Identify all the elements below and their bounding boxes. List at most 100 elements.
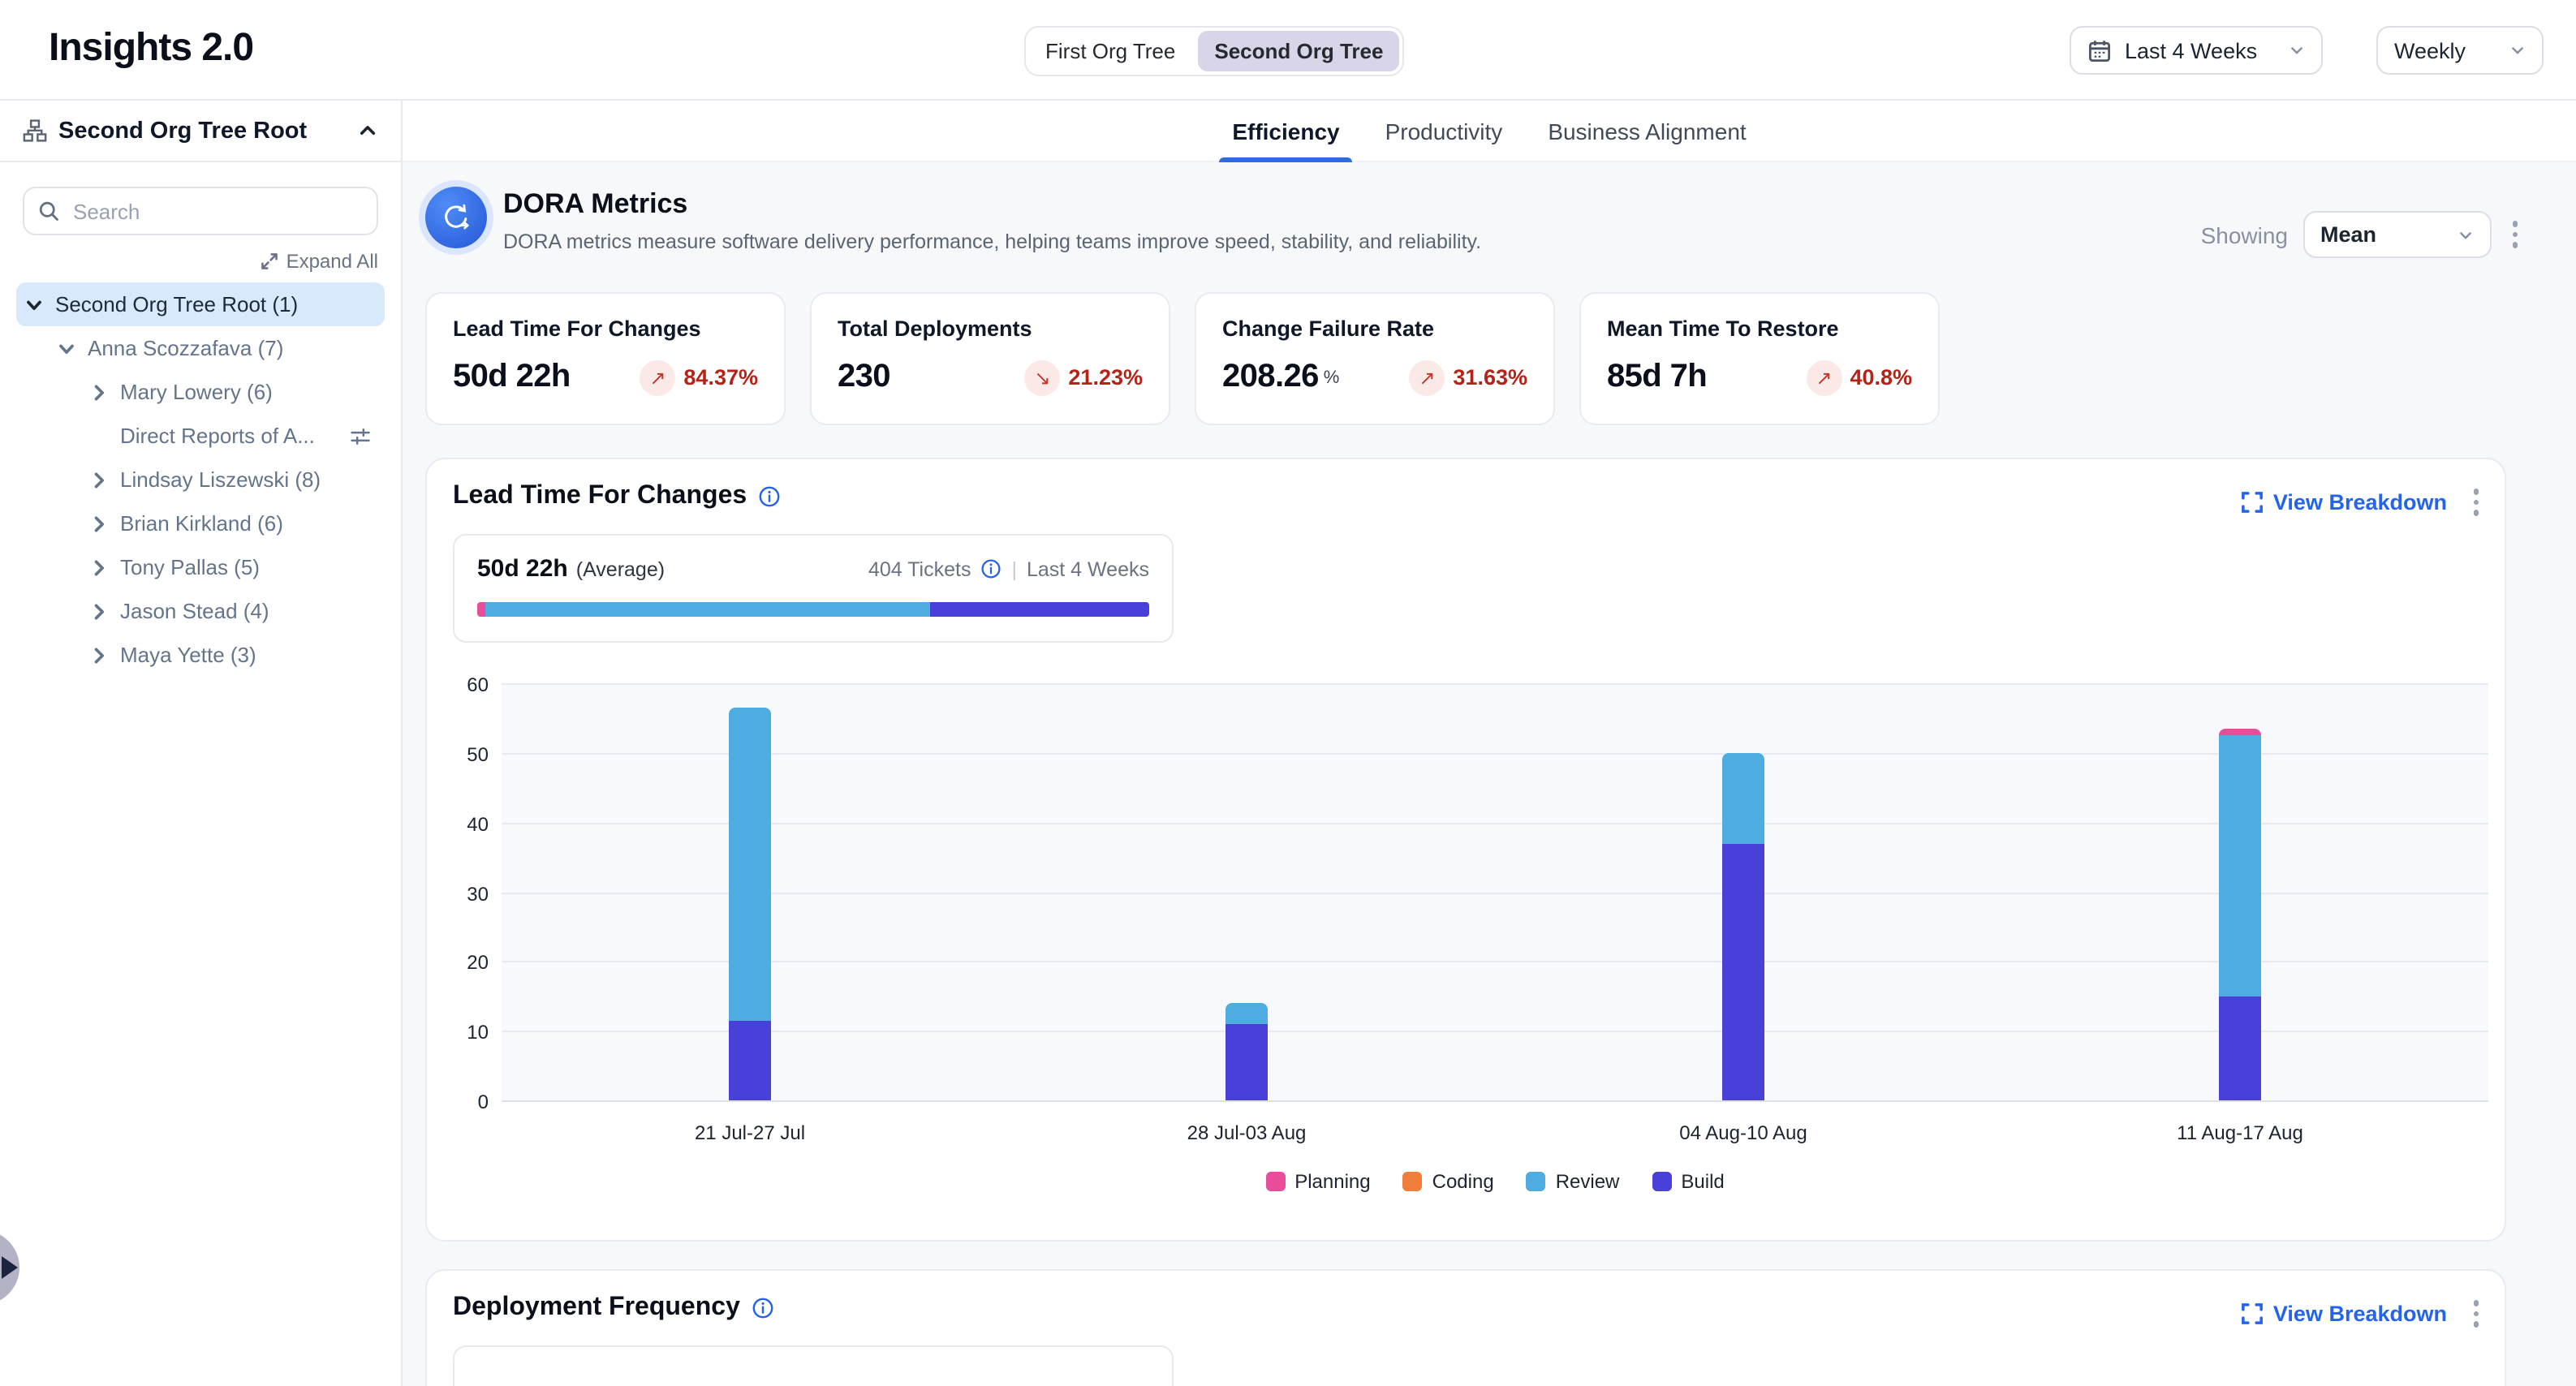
topbar-controls: Last 4 Weeks Weekly xyxy=(2070,26,2544,75)
tree-item-tony-pallas-5[interactable]: Tony Pallas (5) xyxy=(16,545,385,589)
info-icon[interactable] xyxy=(752,1297,774,1319)
x-tick-label: 28 Jul-03 Aug xyxy=(1187,1121,1307,1144)
metric-card-change-failure-rate: Change Failure Rate208.26%↗31.63% xyxy=(1195,292,1555,425)
tree-item-brian-kirkland-6[interactable]: Brian Kirkland (6) xyxy=(16,501,385,545)
dora-title: DORA Metrics xyxy=(503,188,1481,221)
chevron-right-icon[interactable] xyxy=(88,512,110,535)
tree-item-maya-yette-3[interactable]: Maya Yette (3) xyxy=(16,633,385,677)
lead-time-chart xyxy=(502,683,2488,1100)
calendar-icon xyxy=(2087,38,2112,62)
legend-item-build[interactable]: Build xyxy=(1652,1170,1724,1193)
showing-controls: Showing Mean xyxy=(2201,211,2524,258)
dora-metric-cards: Lead Time For Changes50d 22h↗84.37%Total… xyxy=(425,292,1940,425)
showing-label: Showing xyxy=(2201,222,2288,248)
chevron-down-icon xyxy=(2457,226,2473,243)
toggle-option-first-org-tree[interactable]: First Org Tree xyxy=(1029,31,1191,71)
chevron-down-icon[interactable] xyxy=(23,293,45,316)
tree-item-lindsay-liszewski-8[interactable]: Lindsay Liszewski (8) xyxy=(16,458,385,501)
lead-time-menu-kebab-icon[interactable] xyxy=(2466,482,2485,522)
tab-business-alignment[interactable]: Business Alignment xyxy=(1544,101,1749,162)
expand-all-button[interactable]: Expand All xyxy=(0,250,378,273)
legend-swatch xyxy=(1265,1172,1285,1191)
tab-productivity[interactable]: Productivity xyxy=(1382,101,1506,162)
legend-label: Build xyxy=(1681,1170,1724,1193)
deployment-frequency-title: Deployment Frequency xyxy=(453,1293,740,1323)
y-tick-label: 30 xyxy=(440,882,489,905)
org-chart-icon xyxy=(23,118,47,143)
gridline xyxy=(502,822,2488,824)
legend-item-coding[interactable]: Coding xyxy=(1403,1170,1494,1193)
deployment-summary-stub xyxy=(453,1345,1174,1386)
legend-swatch xyxy=(1652,1172,1671,1191)
bar-04-aug-10-aug[interactable] xyxy=(1722,753,1764,1100)
lead-time-view-breakdown-button[interactable]: View Breakdown xyxy=(2242,490,2447,514)
legend-item-planning[interactable]: Planning xyxy=(1265,1170,1370,1193)
chevron-up-icon[interactable] xyxy=(357,120,378,141)
tree-item-label: Mary Lowery (6) xyxy=(120,380,273,404)
gridline xyxy=(502,1100,2488,1102)
dora-cycle-icon xyxy=(425,187,487,248)
lead-time-card: Lead Time For Changes View Breakdown 50d… xyxy=(425,458,2506,1242)
deployment-view-breakdown-button[interactable]: View Breakdown xyxy=(2242,1302,2447,1326)
deployment-menu-kebab-icon[interactable] xyxy=(2466,1293,2485,1333)
info-icon[interactable] xyxy=(980,558,1002,579)
tabs-band: Efficiency Productivity Business Alignment xyxy=(403,101,2576,162)
bar-28-jul-03-aug[interactable] xyxy=(1226,1003,1268,1100)
y-tick-label: 10 xyxy=(440,1021,489,1044)
chevron-down-icon xyxy=(2289,42,2305,58)
y-tick-label: 0 xyxy=(440,1091,489,1113)
summary-qualifier: (Average) xyxy=(576,557,665,580)
y-tick-label: 40 xyxy=(440,812,489,835)
top-bar: Insights 2.0 First Org TreeSecond Org Tr… xyxy=(0,0,2576,101)
metric-unit: % xyxy=(1324,368,1340,387)
summary-separator: | xyxy=(1011,557,1017,580)
metric-delta: 31.63% xyxy=(1453,365,1527,390)
aggregation-dropdown[interactable]: Mean xyxy=(2302,211,2491,258)
tree-item-anna-scozzafava-7[interactable]: Anna Scozzafava (7) xyxy=(16,326,385,370)
chevron-right-icon[interactable] xyxy=(88,600,110,622)
chevron-right-icon[interactable] xyxy=(88,468,110,491)
toggle-option-second-org-tree[interactable]: Second Org Tree xyxy=(1198,31,1399,71)
metric-card-mean-time-to-restore: Mean Time To Restore85d 7h↗40.8% xyxy=(1579,292,1940,425)
chevron-down-icon[interactable] xyxy=(55,337,78,359)
search-input[interactable] xyxy=(23,187,378,235)
bar-segment-review xyxy=(1722,753,1764,843)
tree-item-label: Anna Scozzafava (7) xyxy=(88,336,283,360)
metric-value: 85d 7h xyxy=(1607,359,1707,396)
tree-item-mary-lowery-6[interactable]: Mary Lowery (6) xyxy=(16,370,385,414)
tree-item-label: Second Org Tree Root (1) xyxy=(55,292,298,316)
x-tick-label: 04 Aug-10 Aug xyxy=(1679,1121,1807,1144)
trend-up-arrow-icon: ↗ xyxy=(1409,359,1445,395)
view-breakdown-label: View Breakdown xyxy=(2273,1302,2447,1326)
lead-time-title: Lead Time For Changes xyxy=(453,482,747,511)
date-range-value: Last 4 Weeks xyxy=(2125,38,2257,62)
bar-segment-build xyxy=(729,1021,771,1101)
chevron-right-icon[interactable] xyxy=(88,644,110,666)
x-tick-label: 11 Aug-17 Aug xyxy=(2177,1121,2303,1144)
tree-item-second-org-tree-root-1[interactable]: Second Org Tree Root (1) xyxy=(16,282,385,326)
org-tree: Second Org Tree Root (1) Anna Scozzafava … xyxy=(0,282,401,677)
dora-menu-kebab-icon[interactable] xyxy=(2505,215,2524,255)
tab-efficiency[interactable]: Efficiency xyxy=(1229,101,1342,162)
y-tick-label: 60 xyxy=(440,674,489,696)
bar-11-aug-17-aug[interactable] xyxy=(2219,729,2261,1100)
chevron-right-icon[interactable] xyxy=(88,381,110,403)
metric-value: 50d 22h xyxy=(453,359,571,396)
view-breakdown-label: View Breakdown xyxy=(2273,490,2447,514)
sidebar-header: Second Org Tree Root xyxy=(0,101,401,162)
chevron-right-icon[interactable] xyxy=(88,556,110,579)
filter-sliders-icon[interactable] xyxy=(349,424,372,447)
metric-delta: 84.37% xyxy=(683,365,758,390)
bar-21-jul-27-jul[interactable] xyxy=(729,708,771,1100)
tree-item-label: Tony Pallas (5) xyxy=(120,555,260,579)
granularity-dropdown[interactable]: Weekly xyxy=(2376,26,2544,75)
date-range-dropdown[interactable]: Last 4 Weeks xyxy=(2070,26,2323,75)
bar-segment-build xyxy=(2219,996,2261,1101)
dora-section-header: DORA Metrics DORA metrics measure softwa… xyxy=(425,187,1481,253)
legend-item-review[interactable]: Review xyxy=(1527,1170,1620,1193)
tree-item-jason-stead-4[interactable]: Jason Stead (4) xyxy=(16,589,385,633)
info-icon[interactable] xyxy=(758,485,781,508)
tree-item-direct-reports-of-a[interactable]: Direct Reports of A... xyxy=(16,414,385,458)
aggregation-value: Mean xyxy=(2320,222,2376,247)
granularity-value: Weekly xyxy=(2394,38,2466,62)
